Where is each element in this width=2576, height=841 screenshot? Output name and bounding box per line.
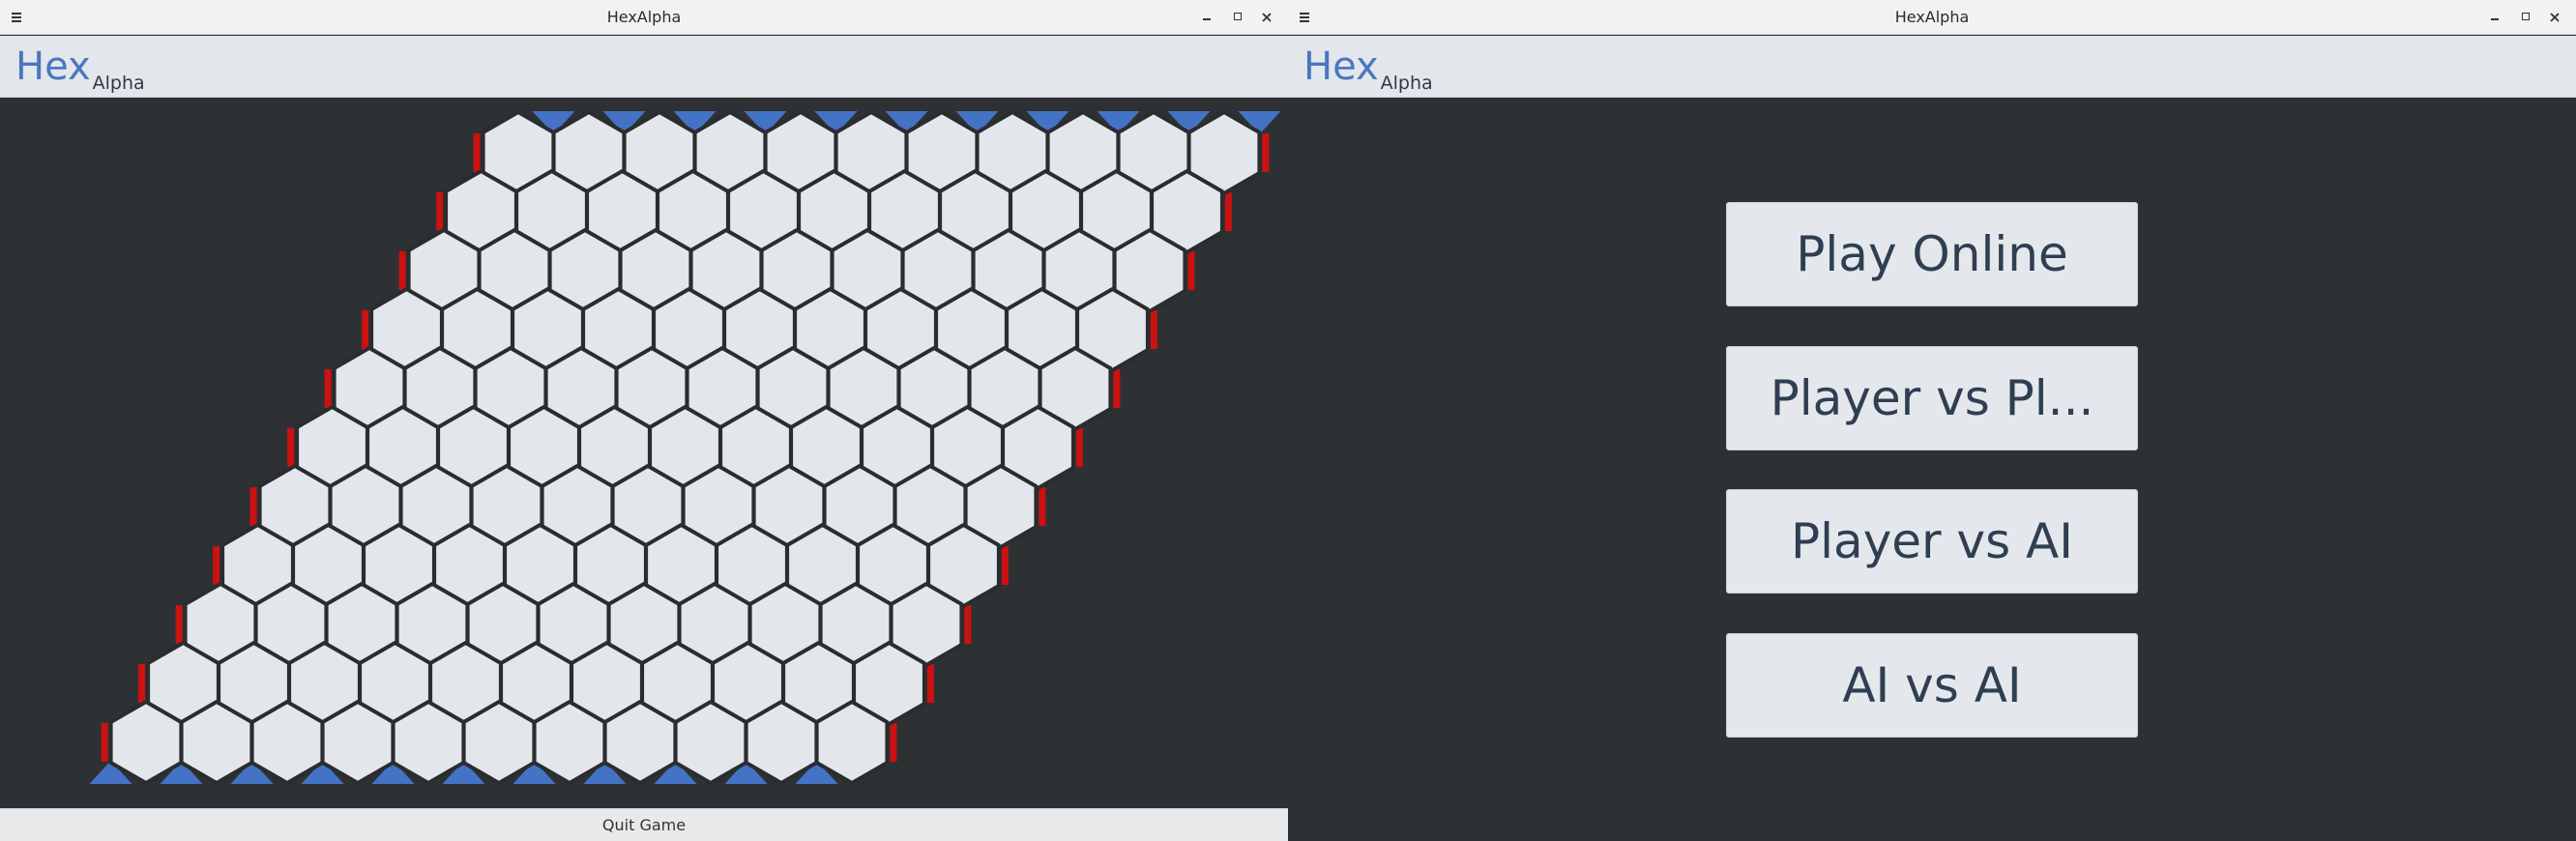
hex-cell[interactable] [532,700,607,785]
red-edge-marker [138,664,146,703]
hex-cell[interactable] [108,700,184,785]
hex-cell[interactable] [249,700,325,785]
hex-cell[interactable] [602,700,678,785]
minimize-icon[interactable] [2485,8,2504,27]
logo-sub-text: Alpha [1380,72,1433,94]
red-edge-marker [1001,546,1009,585]
red-edge-marker [362,310,369,349]
hex-cell[interactable] [320,700,395,785]
red-edge-marker [324,369,332,408]
hex-cell[interactable] [179,700,254,785]
app-header: Hex Alpha [1288,36,2576,98]
red-edge-marker [473,133,481,172]
ai-vs-ai-button[interactable]: AI vs AI [1726,633,2138,738]
play-online-button[interactable]: Play Online [1726,202,2138,306]
titlebar: HexAlpha [0,0,1288,35]
red-edge-marker [175,605,183,644]
red-edge-marker [1113,369,1121,408]
hex-cell[interactable] [814,700,890,785]
titlebar: HexAlpha [1288,0,2576,35]
hex-cell[interactable] [744,700,819,785]
red-edge-marker [1224,192,1232,231]
hex-cell[interactable] [461,700,537,785]
red-edge-marker [249,487,257,526]
maximize-icon[interactable] [2516,8,2535,27]
player-vs-ai-button[interactable]: Player vs AI [1726,489,2138,594]
hex-board [89,110,1281,785]
app-logo: Hex Alpha [15,40,145,94]
logo-sub-text: Alpha [92,72,145,94]
red-edge-marker [287,428,295,467]
red-edge-marker [398,251,406,290]
minimize-icon[interactable] [1197,8,1216,27]
window-title: HexAlpha [1894,8,1970,26]
red-edge-marker [213,546,220,585]
app-header: Hex Alpha [0,36,1288,98]
red-edge-marker [101,723,108,762]
red-edge-marker [1075,428,1083,467]
red-edge-marker [1039,487,1046,526]
red-edge-marker [1262,133,1270,172]
red-edge-marker [1187,251,1195,290]
hex-cell[interactable] [673,700,748,785]
close-icon[interactable] [2545,8,2564,27]
quit-game-button[interactable]: Quit Game [0,808,1288,841]
logo-main-text: Hex [1303,44,1379,89]
window-title: HexAlpha [606,8,682,26]
red-edge-marker [890,723,897,762]
hex-cell[interactable] [391,700,466,785]
app-logo: Hex Alpha [1303,40,1433,94]
red-edge-marker [926,664,934,703]
close-icon[interactable] [1257,8,1276,27]
player-vs-player-button[interactable]: Player vs Pl... [1726,346,2138,450]
red-edge-marker [436,192,444,231]
maximize-icon[interactable] [1228,8,1247,27]
logo-main-text: Hex [15,44,91,89]
red-edge-marker [1150,310,1157,349]
red-edge-marker [964,605,972,644]
game-window: HexAlpha Hex Alpha Quit Game [0,0,1288,841]
menu-window: HexAlpha Hex Alpha Play Online Player vs … [1288,0,2576,841]
